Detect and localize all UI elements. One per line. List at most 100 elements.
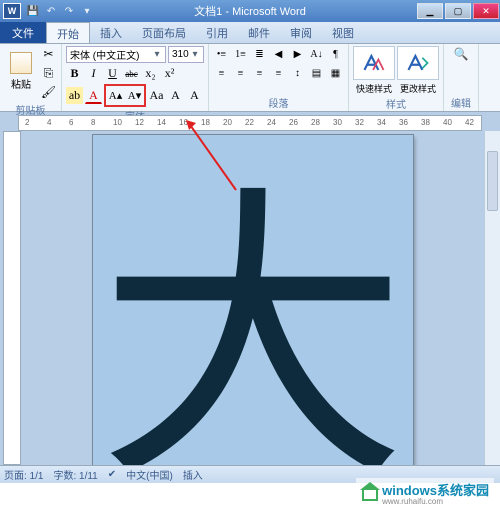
close-button[interactable]: ✕ [473, 3, 499, 19]
ruler-tick: 38 [421, 118, 430, 127]
undo-icon[interactable]: ↶ [44, 4, 58, 18]
window-controls: ▁ ▢ ✕ [416, 1, 500, 21]
copy-button[interactable]: ⎘ [40, 65, 57, 82]
bullets-button[interactable]: •≡ [213, 46, 230, 63]
ruler-tick: 12 [135, 118, 144, 127]
char-border-button[interactable]: A [167, 87, 184, 104]
numbering-button[interactable]: 1≡ [232, 46, 249, 63]
change-styles-icon [405, 52, 431, 74]
multilevel-button[interactable]: ≣ [251, 46, 268, 63]
document-page[interactable]: 大 [93, 135, 413, 465]
change-styles-label: 更改样式 [400, 82, 436, 95]
paragraph-group-label: 段落 [213, 94, 344, 111]
scrollbar-thumb[interactable] [487, 151, 498, 211]
vertical-scrollbar[interactable] [484, 131, 500, 465]
char-shading-button[interactable]: A [186, 87, 203, 104]
format-painter-button[interactable]: 🖌 [40, 84, 57, 101]
ruler-tick: 14 [157, 118, 166, 127]
tab-page-layout[interactable]: 页面布局 [132, 22, 196, 43]
ribbon-tabs: 文件 开始 插入 页面布局 引用 邮件 审阅 视图 [0, 22, 500, 44]
font-color-button[interactable]: A [85, 87, 102, 104]
indent-button[interactable]: ▶ [289, 46, 306, 63]
bold-button[interactable]: B [66, 65, 83, 82]
paste-button[interactable]: 粘贴 [4, 46, 38, 96]
status-page[interactable]: 页面: 1/1 [4, 467, 43, 482]
ruler-tick: 4 [47, 118, 51, 127]
find-button[interactable]: 🔍 [453, 46, 470, 63]
font-size-select[interactable]: 310 ▾ [168, 46, 204, 63]
ribbon: 粘贴 ✂ ⎘ 🖌 剪贴板 宋体 (中文正文) ▾ 310 ▾ [0, 44, 500, 112]
sort-button[interactable]: A↓ [308, 46, 325, 63]
cut-button[interactable]: ✂ [40, 46, 57, 63]
font-size-value: 310 [172, 49, 189, 60]
align-center-button[interactable]: ≡ [232, 65, 249, 82]
underline-button[interactable]: U [104, 65, 121, 82]
save-icon[interactable]: 💾 [26, 4, 40, 18]
quick-styles-label: 快速样式 [356, 82, 392, 95]
app-icon: W [3, 3, 21, 19]
tab-review[interactable]: 审阅 [280, 22, 322, 43]
highlight-button[interactable]: ab [66, 87, 83, 104]
tab-references[interactable]: 引用 [196, 22, 238, 43]
watermark: windows系统家园 www.ruhaifu.com [356, 478, 494, 508]
change-styles-button[interactable] [397, 46, 439, 80]
subscript-button[interactable]: x₂ [142, 65, 159, 82]
font-name-value: 宋体 (中文正文) [70, 47, 139, 62]
tab-mailings[interactable]: 邮件 [238, 22, 280, 43]
vertical-ruler[interactable] [3, 131, 21, 465]
status-spellcheck-icon[interactable]: ✔ [108, 469, 116, 480]
line-spacing-button[interactable]: ↕ [289, 65, 306, 82]
page-scroll: 大 [21, 131, 484, 465]
group-clipboard: 粘贴 ✂ ⎘ 🖌 剪贴板 [0, 44, 62, 111]
font-name-select[interactable]: 宋体 (中文正文) ▾ [66, 46, 166, 63]
align-left-button[interactable]: ≡ [213, 65, 230, 82]
paste-label: 粘贴 [11, 76, 31, 91]
quick-access-toolbar: 💾 ↶ ↷ ▾ [26, 4, 94, 18]
document-area: 大 [0, 131, 500, 465]
tab-insert[interactable]: 插入 [90, 22, 132, 43]
align-right-button[interactable]: ≡ [251, 65, 268, 82]
justify-button[interactable]: ≡ [270, 65, 287, 82]
watermark-text: windows系统家园 [382, 483, 489, 498]
status-language[interactable]: 中文(中国) [126, 467, 173, 482]
ruler-tick: 22 [245, 118, 254, 127]
ruler-tick: 36 [399, 118, 408, 127]
ruler-tick: 42 [465, 118, 474, 127]
ruler-tick: 10 [113, 118, 122, 127]
document-character: 大 [98, 190, 408, 465]
house-icon [361, 485, 379, 501]
ruler-tick: 40 [443, 118, 452, 127]
file-tab[interactable]: 文件 [0, 22, 46, 43]
superscript-button[interactable]: x² [161, 65, 178, 82]
maximize-button[interactable]: ▢ [445, 3, 471, 19]
minimize-button[interactable]: ▁ [417, 3, 443, 19]
quick-styles-button[interactable] [353, 46, 395, 80]
group-paragraph: •≡ 1≡ ≣ ◀ ▶ A↓ ¶ ≡ ≡ ≡ ≡ ↕ ▤ ▦ [209, 44, 349, 111]
ruler-tick: 16 [179, 118, 188, 127]
shrink-font-button[interactable]: A▾ [126, 87, 143, 104]
borders-button[interactable]: ▦ [327, 65, 344, 82]
group-styles: 快速样式 更改样式 样式 [349, 44, 444, 111]
group-font: 宋体 (中文正文) ▾ 310 ▾ B I U abc x₂ x² [62, 44, 209, 111]
show-marks-button[interactable]: ¶ [327, 46, 344, 63]
grow-shrink-highlight: A▴ A▾ [104, 84, 146, 107]
chevron-down-icon: ▾ [152, 49, 162, 60]
ruler-tick: 18 [201, 118, 210, 127]
strikethrough-button[interactable]: abc [123, 65, 140, 82]
dedent-button[interactable]: ◀ [270, 46, 287, 63]
tab-view[interactable]: 视图 [322, 22, 364, 43]
shading-button[interactable]: ▤ [308, 65, 325, 82]
editing-group-label: 编辑 [448, 94, 474, 111]
status-words[interactable]: 字数: 1/11 [53, 467, 97, 482]
redo-icon[interactable]: ↷ [62, 4, 76, 18]
grow-font-button[interactable]: A▴ [107, 87, 124, 104]
ruler-area: 24681012141618202224262830323436384042 [0, 112, 500, 131]
watermark-url: www.ruhaifu.com [382, 497, 489, 506]
horizontal-ruler[interactable]: 24681012141618202224262830323436384042 [18, 115, 482, 131]
change-case-button[interactable]: Aa [148, 87, 165, 104]
ruler-tick: 34 [377, 118, 386, 127]
status-insert-mode[interactable]: 插入 [183, 467, 203, 482]
qat-dropdown-icon[interactable]: ▾ [80, 4, 94, 18]
tab-home[interactable]: 开始 [46, 22, 90, 43]
italic-button[interactable]: I [85, 65, 102, 82]
